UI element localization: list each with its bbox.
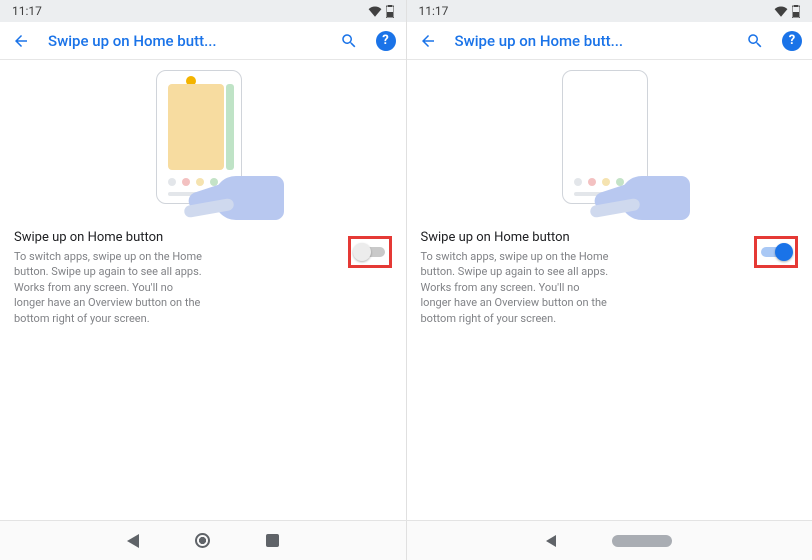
back-arrow-icon[interactable] <box>10 30 32 52</box>
phone-left: 11:17 Swipe up on Home butt... <box>0 0 406 520</box>
swipe-up-toggle[interactable] <box>355 245 385 259</box>
nav-back-icon[interactable] <box>546 535 556 547</box>
app-bar: Swipe up on Home butt... ? <box>0 22 406 60</box>
nav-back-icon[interactable] <box>127 534 139 548</box>
search-icon[interactable] <box>338 30 360 52</box>
battery-icon <box>386 5 394 18</box>
swipe-up-toggle[interactable] <box>761 245 791 259</box>
status-time: 11:17 <box>419 4 449 18</box>
nav-overview-icon[interactable] <box>266 534 279 547</box>
search-icon[interactable] <box>744 30 766 52</box>
page-title: Swipe up on Home butt... <box>48 32 322 50</box>
app-bar: Swipe up on Home butt... ? <box>407 22 812 60</box>
gesture-illustration-on <box>534 70 684 220</box>
back-arrow-icon[interactable] <box>417 30 439 52</box>
help-icon[interactable]: ? <box>376 31 396 51</box>
setting-title: Swipe up on Home button <box>14 230 340 245</box>
wifi-icon <box>368 6 382 17</box>
highlight-box <box>754 236 798 268</box>
status-bar: 11:17 <box>407 0 812 22</box>
setting-description: To switch apps, swipe up on the Home but… <box>421 249 611 326</box>
status-bar: 11:17 <box>0 0 406 22</box>
phone-right: 11:17 Swipe up on Home butt... <box>406 0 812 520</box>
system-navigation-bar <box>0 520 812 560</box>
battery-icon <box>792 5 800 18</box>
setting-description: To switch apps, swipe up on the Home but… <box>14 249 204 326</box>
help-icon[interactable]: ? <box>782 31 802 51</box>
wifi-icon <box>774 6 788 17</box>
nav-home-pill[interactable] <box>612 535 672 547</box>
nav-home-icon[interactable] <box>195 533 210 548</box>
highlight-box <box>348 236 392 268</box>
status-time: 11:17 <box>12 4 42 18</box>
setting-title: Swipe up on Home button <box>421 230 747 245</box>
gesture-illustration-off <box>128 70 278 220</box>
page-title: Swipe up on Home butt... <box>455 32 729 50</box>
